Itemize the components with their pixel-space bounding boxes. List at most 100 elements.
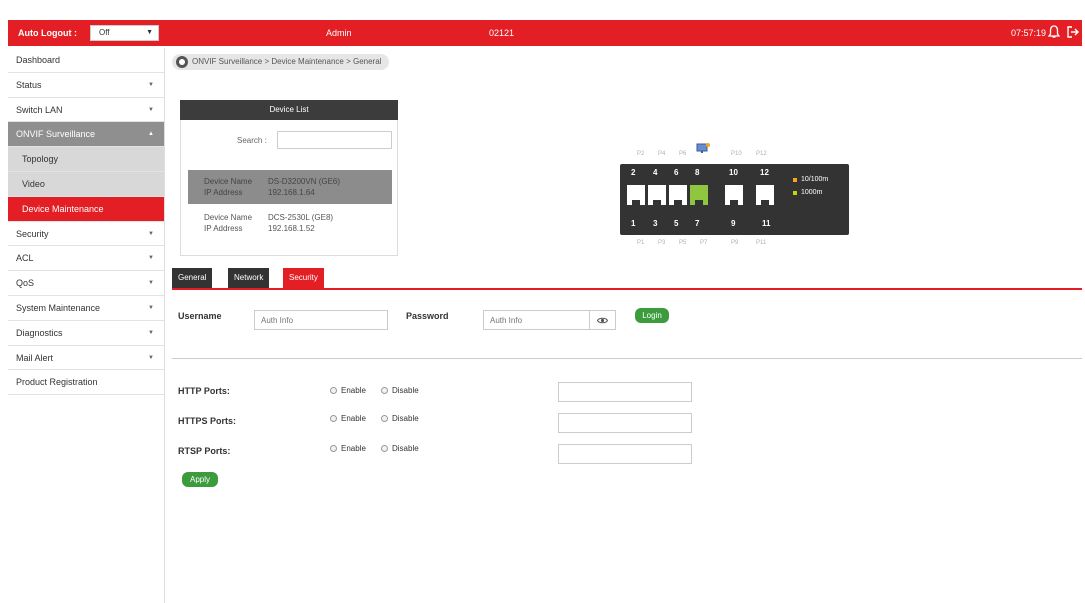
toggle-password-visibility[interactable] xyxy=(590,310,616,330)
chevron-down-icon: ▼ xyxy=(148,81,154,88)
https-disable-radio[interactable]: Disable xyxy=(381,414,419,423)
https-enable-radio[interactable]: Enable xyxy=(330,414,366,423)
port-1-2[interactable] xyxy=(627,185,645,205)
radio-label: Disable xyxy=(392,444,419,453)
radio-label: Disable xyxy=(392,386,419,395)
http-enable-radio[interactable]: Enable xyxy=(330,386,366,395)
port-number: 7 xyxy=(695,219,700,228)
radio-circle xyxy=(330,387,337,394)
tab-security[interactable]: Security xyxy=(283,268,324,288)
sidebar-item-mail-alert[interactable]: Mail Alert ▼ xyxy=(8,346,164,371)
sidebar-item-label: QoS xyxy=(16,278,35,289)
login-button[interactable]: Login xyxy=(635,308,669,323)
device-list-title: Device List xyxy=(180,100,398,120)
sidebar-item-device-maintenance[interactable]: Device Maintenance xyxy=(8,196,164,222)
sidebar-item-qos[interactable]: QoS ▼ xyxy=(8,271,164,296)
sidebar-item-topology[interactable]: Topology xyxy=(8,147,164,172)
radio-circle xyxy=(381,445,388,452)
sidebar-item-label: Topology xyxy=(22,154,59,165)
port-number: 9 xyxy=(731,219,736,228)
rtsp-disable-radio[interactable]: Disable xyxy=(381,444,419,453)
port-number: 3 xyxy=(653,219,658,228)
device-name-key: Device Name xyxy=(204,177,253,186)
sidebar-item-diagnostics[interactable]: Diagnostics ▼ xyxy=(8,321,164,346)
sidebar-item-dashboard[interactable]: Dashboard xyxy=(8,48,164,73)
chevron-down-icon: ▼ xyxy=(148,230,154,237)
port-number: 1 xyxy=(631,219,636,228)
legend-swatch xyxy=(793,191,797,195)
legend-label: 10/100m xyxy=(801,176,829,183)
http-disable-radio[interactable]: Disable xyxy=(381,386,419,395)
device-name: DS-D3200VN (GE6) xyxy=(268,177,341,186)
port-number: 5 xyxy=(674,219,679,228)
radio-label: Enable xyxy=(341,386,366,395)
tab-general[interactable]: General xyxy=(172,268,213,288)
port-label: P1 xyxy=(637,240,645,246)
chevron-down-icon: ▼ xyxy=(146,29,153,36)
device-serial: 02121 xyxy=(489,28,515,38)
port-7-8[interactable] xyxy=(690,185,708,205)
sidebar-item-video[interactable]: Video xyxy=(8,171,164,197)
auto-logout-select[interactable]: Off ▼ xyxy=(90,25,159,41)
chevron-down-icon: ▼ xyxy=(148,354,154,361)
sidebar-item-acl[interactable]: ACL ▼ xyxy=(8,246,164,272)
sidebar-item-system-maintenance[interactable]: System Maintenance ▼ xyxy=(8,296,164,321)
password-input[interactable] xyxy=(483,310,590,330)
monitor-icon xyxy=(696,143,710,153)
sidebar-item-status[interactable]: Status ▼ xyxy=(8,73,164,98)
chevron-down-icon: ▼ xyxy=(148,280,154,287)
sidebar: Dashboard Status ▼ Switch LAN ▼ ONVIF Surv… xyxy=(8,48,165,603)
port-number: 6 xyxy=(674,168,679,177)
device-name-key: Device Name xyxy=(204,213,253,222)
port-number: 11 xyxy=(762,219,771,228)
apply-button[interactable]: Apply xyxy=(182,472,218,487)
auto-logout-value: Off xyxy=(99,28,110,37)
device-ip: 192.168.1.64 xyxy=(268,188,315,197)
port-label: P5 xyxy=(679,240,687,246)
rtsp-enable-radio[interactable]: Enable xyxy=(330,444,366,453)
chevron-down-icon: ▼ xyxy=(148,106,154,113)
sidebar-item-product-registration[interactable]: Product Registration xyxy=(8,370,164,396)
sidebar-item-label: Mail Alert xyxy=(16,352,54,363)
sidebar-item-label: System Maintenance xyxy=(16,302,101,313)
page: Auto Logout : Off ▼ Admin 02121 07:57:19… xyxy=(0,0,1085,603)
port-11-12[interactable] xyxy=(756,185,774,205)
device-row-selected[interactable]: Device Name DS-D3200VN (GE6) IP Address … xyxy=(188,170,392,204)
username-input[interactable] xyxy=(254,310,388,330)
sidebar-item-switch-lan[interactable]: Switch LAN ▼ xyxy=(8,98,164,123)
sidebar-item-onvif-surveillance[interactable]: ONVIF Surveillance ▲ xyxy=(8,122,164,148)
port-number: 2 xyxy=(631,168,636,177)
chevron-up-icon: ▲ xyxy=(148,131,154,138)
eye-icon xyxy=(597,317,608,324)
clock: 07:57:19 xyxy=(1011,28,1047,38)
sidebar-item-security[interactable]: Security ▼ xyxy=(8,222,164,247)
sidebar-item-label: Video xyxy=(22,178,45,189)
device-row[interactable]: Device Name DCS-2530L (GE8) IP Address 1… xyxy=(188,206,392,240)
device-ip: 192.168.1.52 xyxy=(268,224,315,233)
sidebar-item-label: Device Maintenance xyxy=(22,203,104,214)
rtsp-port-input[interactable] xyxy=(558,444,692,464)
tab-network[interactable]: Network xyxy=(228,268,270,288)
http-port-input[interactable] xyxy=(558,382,692,402)
https-port-input[interactable] xyxy=(558,413,692,433)
location-icon xyxy=(176,56,188,68)
divider xyxy=(172,358,1082,359)
radio-circle xyxy=(381,387,388,394)
chevron-down-icon: ▼ xyxy=(148,329,154,336)
search-input[interactable] xyxy=(277,131,392,149)
logout-icon[interactable] xyxy=(1066,25,1080,39)
port-5-6[interactable] xyxy=(669,185,687,205)
port-label: P6 xyxy=(679,151,687,157)
port-9-10[interactable] xyxy=(725,185,743,205)
port-label: P3 xyxy=(658,240,666,246)
breadcrumb: ONVIF Surveillance > Device Maintenance … xyxy=(172,54,390,70)
port-3-4[interactable] xyxy=(648,185,666,205)
password-label: Password xyxy=(406,311,449,321)
port-label: P4 xyxy=(658,151,666,157)
rtsp-ports-label: RTSP Ports: xyxy=(178,446,231,456)
username-label: Username xyxy=(178,311,222,321)
sidebar-item-label: Diagnostics xyxy=(16,327,63,338)
sidebar-item-label: Security xyxy=(16,228,49,239)
legend-label: 1000m xyxy=(801,189,823,196)
bell-icon[interactable] xyxy=(1048,25,1060,39)
